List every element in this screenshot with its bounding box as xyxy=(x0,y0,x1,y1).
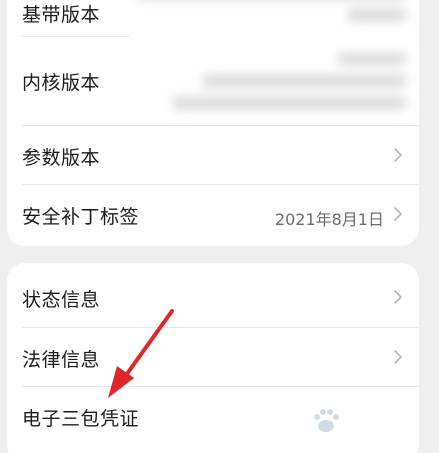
parameter-version-label: 参数版本 xyxy=(22,147,101,169)
baseband-version-label: 基带版本 xyxy=(22,4,101,26)
row-legal-info[interactable]: 法律信息 xyxy=(7,328,419,388)
row-security-patch[interactable]: 安全补丁标签 2021年8月1日 xyxy=(7,185,419,243)
kernel-version-value-blurred-2 xyxy=(202,74,407,88)
chevron-right-icon xyxy=(394,207,402,221)
kernel-version-value-blurred-3 xyxy=(172,96,407,110)
electronic-warranty-label: 电子三包凭证 xyxy=(22,408,140,430)
baidu-jingyan-watermark xyxy=(311,403,411,439)
chevron-right-icon xyxy=(394,350,402,364)
chevron-right-icon xyxy=(394,148,402,162)
settings-screen: 基带版本 内核版本 参数版本 安全补丁标签 2021年8月1日 状态信息 法律信… xyxy=(0,0,439,453)
security-patch-value: 2021年8月1日 xyxy=(274,210,384,229)
kernel-version-label: 内核版本 xyxy=(22,72,101,94)
legal-info-label: 法律信息 xyxy=(22,349,101,371)
kernel-version-value-blurred-1 xyxy=(337,52,407,66)
version-info-card: 基带版本 内核版本 参数版本 安全补丁标签 2021年8月1日 xyxy=(7,0,419,246)
chevron-right-icon xyxy=(394,290,402,304)
paw-logo-icon xyxy=(314,409,339,432)
row-parameter-version[interactable]: 参数版本 xyxy=(7,126,419,184)
status-info-label: 状态信息 xyxy=(22,289,101,311)
row-status-info[interactable]: 状态信息 xyxy=(7,263,419,329)
baseband-version-value-blurred-2 xyxy=(347,8,407,22)
security-patch-label: 安全补丁标签 xyxy=(22,206,140,228)
